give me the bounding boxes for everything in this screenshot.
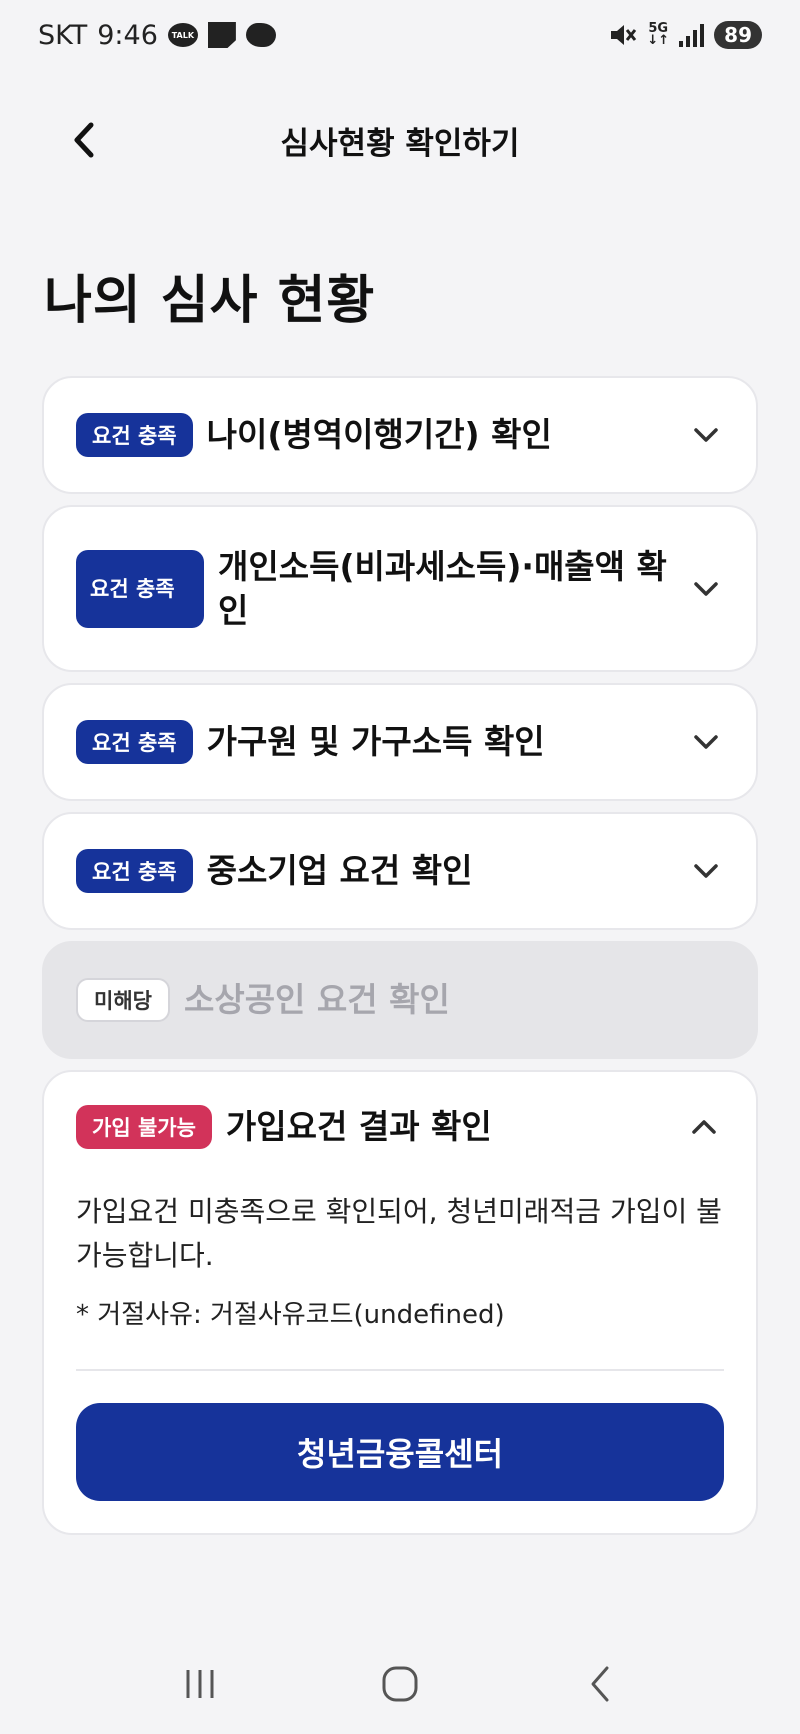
review-item-small-business: 미해당 소상공인 요건 확인 bbox=[42, 941, 758, 1059]
review-item-sme[interactable]: 요건 충족 중소기업 요건 확인 bbox=[42, 812, 758, 930]
review-item-age[interactable]: 요건 충족 나이(병역이행기간) 확인 bbox=[42, 376, 758, 494]
result-title: 가입요건 결과 확인 bbox=[225, 1107, 492, 1146]
recent-apps-button[interactable] bbox=[160, 1644, 240, 1724]
signal-icon bbox=[679, 23, 705, 47]
divider bbox=[76, 1369, 724, 1371]
page-title: 심사현황 확인하기 bbox=[280, 125, 520, 162]
home-icon bbox=[382, 1666, 418, 1702]
network-label: 5G bbox=[648, 21, 669, 36]
chevron-down-icon[interactable] bbox=[686, 722, 726, 762]
result-header[interactable]: 가입 불가능 가입요건 결과 확인 bbox=[76, 1102, 724, 1152]
app-header: 심사현황 확인하기 bbox=[0, 100, 800, 180]
status-badge: 요건 충족 bbox=[76, 849, 193, 893]
home-button[interactable] bbox=[360, 1644, 440, 1724]
review-item-title: 나이(병역이행기간) 확인 bbox=[206, 415, 552, 454]
review-status-list: 요건 충족 나이(병역이행기간) 확인 요건 충족 개인소득(비과세소득)·매출… bbox=[42, 376, 758, 1535]
mute-icon bbox=[609, 22, 637, 48]
review-item-title: 소상공인 요건 확인 bbox=[183, 980, 450, 1019]
review-item-title: 중소기업 요건 확인 bbox=[206, 851, 473, 890]
status-badge: 미해당 bbox=[76, 978, 170, 1022]
note-icon bbox=[207, 22, 236, 48]
status-badge: 요건 충족 bbox=[76, 720, 193, 764]
result-message: 가입요건 미충족으로 확인되어, 청년미래적금 가입이 불가능합니다. bbox=[76, 1195, 722, 1272]
battery-icon: 89 bbox=[714, 21, 762, 49]
review-item-title: 가구원 및 가구소득 확인 bbox=[206, 722, 545, 761]
chevron-down-icon[interactable] bbox=[686, 569, 726, 609]
kakaotalk-icon: TALK bbox=[167, 23, 198, 47]
chevron-left-icon bbox=[74, 122, 94, 158]
chevron-down-icon[interactable] bbox=[686, 415, 726, 455]
clock: 9:46 bbox=[97, 19, 158, 51]
main-heading: 나의 심사 현황 bbox=[44, 271, 376, 331]
chevron-up-icon[interactable] bbox=[684, 1107, 724, 1147]
talk-icon-text: TALK bbox=[171, 30, 195, 40]
review-item-income[interactable]: 요건 충족 개인소득(비과세소득)·매출액 확인 bbox=[42, 505, 758, 672]
review-item-title: 개인소득(비과세소득)·매출액 확인 bbox=[218, 546, 667, 630]
rejection-reason: * 거절사유: 거절사유코드(undefined) bbox=[76, 1300, 505, 1330]
youth-finance-call-center-button[interactable]: 청년금융콜센터 bbox=[76, 1403, 724, 1501]
recent-apps-icon bbox=[186, 1670, 214, 1698]
app-notification-icon bbox=[245, 23, 276, 47]
back-button[interactable] bbox=[58, 114, 110, 166]
status-badge: 요건 충족 bbox=[76, 549, 204, 628]
status-badge: 가입 불가능 bbox=[76, 1105, 212, 1149]
result-card: 가입 불가능 가입요건 결과 확인 가입요건 미충족으로 확인되어, 청년미래적… bbox=[42, 1070, 758, 1535]
chevron-down-icon[interactable] bbox=[686, 851, 726, 891]
carrier: SKT bbox=[38, 19, 88, 51]
back-icon bbox=[591, 1666, 609, 1702]
network-5g-icon: 5G ↓↑ bbox=[647, 21, 670, 48]
status-bar: SKT 9:46 TALK 5G ↓↑ 89 bbox=[0, 0, 800, 70]
back-nav-button[interactable] bbox=[560, 1644, 640, 1724]
review-item-household[interactable]: 요건 충족 가구원 및 가구소득 확인 bbox=[42, 683, 758, 801]
system-nav-bar bbox=[0, 1634, 800, 1734]
status-badge: 요건 충족 bbox=[76, 413, 193, 457]
